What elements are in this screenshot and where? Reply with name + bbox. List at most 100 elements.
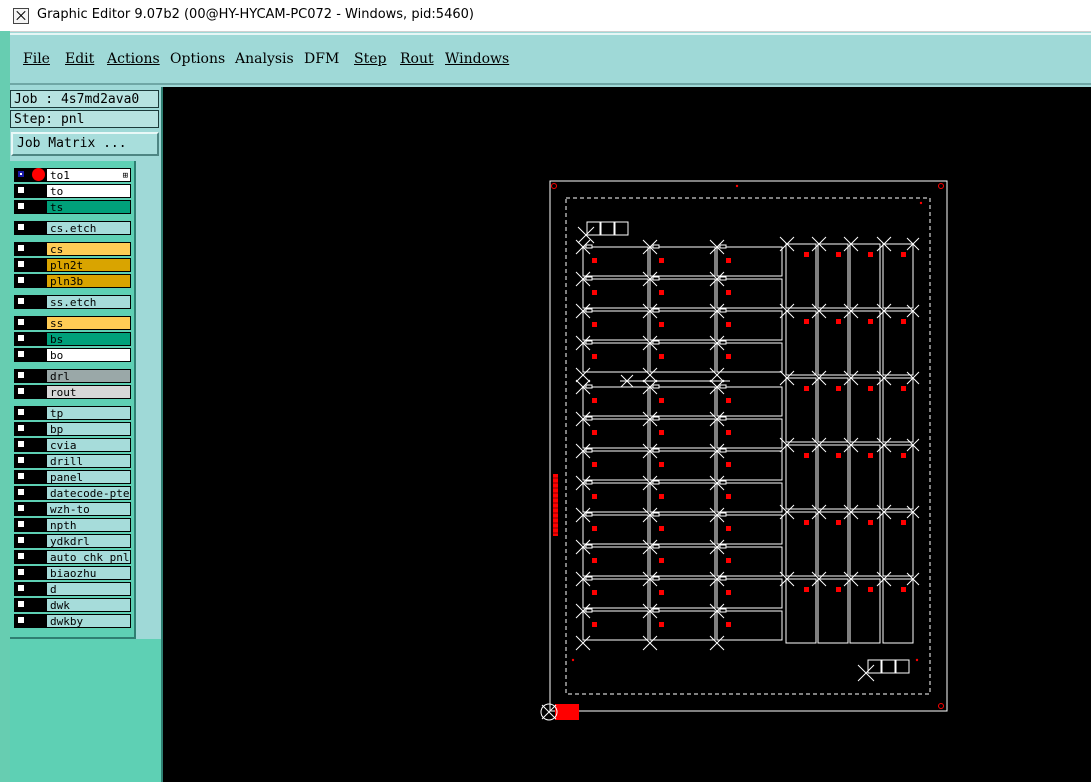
layer-name[interactable]: cs.etch: [46, 221, 131, 235]
layer-row-dwkby[interactable]: dwkby: [14, 614, 131, 628]
layer-row-panel[interactable]: panel: [14, 470, 131, 484]
layer-name[interactable]: pln2t: [46, 258, 131, 272]
layer-row-drl[interactable]: drl: [14, 369, 131, 383]
layer-name[interactable]: ts: [46, 200, 131, 214]
layer-checkbox[interactable]: [17, 276, 25, 284]
layer-row-npth[interactable]: npth: [14, 518, 131, 532]
layer-row-pln2t[interactable]: pln2t: [14, 258, 131, 272]
layer-name[interactable]: bo: [46, 348, 131, 362]
layer-name[interactable]: drill: [46, 454, 131, 468]
layer-name[interactable]: panel: [46, 470, 131, 484]
layer-checkbox[interactable]: [17, 318, 25, 326]
layer-row-dwk[interactable]: dwk: [14, 598, 131, 612]
layer-row-ts[interactable]: ts: [14, 200, 131, 214]
layer-name[interactable]: bs: [46, 332, 131, 346]
layer-name[interactable]: auto_chk_pnl: [46, 550, 131, 564]
layer-name[interactable]: biaozhu: [46, 566, 131, 580]
layer-checkbox[interactable]: [17, 440, 25, 448]
menu-file[interactable]: File: [23, 51, 50, 67]
layer-name[interactable]: npth: [46, 518, 131, 532]
layer-name[interactable]: dwkby: [46, 614, 131, 628]
layer-checkbox[interactable]: [17, 584, 25, 592]
layer-row-bo[interactable]: bo: [14, 348, 131, 362]
layer-row-pln3b[interactable]: pln3b: [14, 274, 131, 288]
layer-row-rout[interactable]: rout: [14, 385, 131, 399]
layer-row-tp[interactable]: tp: [14, 406, 131, 420]
layer-checkbox[interactable]: [17, 456, 25, 464]
layer-row-d[interactable]: d: [14, 582, 131, 596]
layer-name[interactable]: ss: [46, 316, 131, 330]
menu-options[interactable]: Options: [170, 51, 225, 67]
layer-checkbox[interactable]: [17, 260, 25, 268]
layer-checkbox[interactable]: [17, 424, 25, 432]
layer-checkbox[interactable]: [17, 408, 25, 416]
layer-row-auto-chk-pnl[interactable]: auto_chk_pnl: [14, 550, 131, 564]
layer-row-biaozhu[interactable]: biaozhu: [14, 566, 131, 580]
menu-rout[interactable]: Rout: [400, 51, 434, 67]
layer-checkbox[interactable]: [17, 223, 25, 231]
layer-row-ss[interactable]: ss: [14, 316, 131, 330]
menu-edit[interactable]: Edit: [65, 51, 94, 67]
menu-step[interactable]: Step: [354, 51, 386, 67]
layer-name[interactable]: cvia: [46, 438, 131, 452]
unit-notch: [719, 544, 727, 549]
layer-name[interactable]: rout: [46, 385, 131, 399]
layer-name[interactable]: d: [46, 582, 131, 596]
layer-checkbox[interactable]: [17, 202, 25, 210]
layer-name[interactable]: drl: [46, 369, 131, 383]
layer-name[interactable]: pln3b: [46, 274, 131, 288]
layer-row-wzh-to[interactable]: wzh-to: [14, 502, 131, 516]
unit-notch: [585, 276, 593, 281]
layer-checkbox[interactable]: [17, 186, 25, 194]
layer-checkbox[interactable]: [17, 504, 25, 512]
pad-marker: [726, 354, 731, 359]
layer-row-cs-etch[interactable]: cs.etch: [14, 221, 131, 235]
layer-checkbox[interactable]: [17, 568, 25, 576]
layer-name[interactable]: ss.etch: [46, 295, 131, 309]
layer-checkbox[interactable]: [17, 350, 25, 358]
layer-checkbox[interactable]: [17, 244, 25, 252]
layer-name[interactable]: to1 ⊞: [46, 168, 131, 182]
layer-row-ss-etch[interactable]: ss.etch: [14, 295, 131, 309]
layer-row-datecode-pte[interactable]: datecode-pte: [14, 486, 131, 500]
layer-row-drill[interactable]: drill: [14, 454, 131, 468]
pad-marker: [592, 354, 597, 359]
layer-checkbox[interactable]: [17, 334, 25, 342]
job-matrix-button[interactable]: Job Matrix ...: [11, 132, 159, 156]
layer-checkbox[interactable]: [17, 616, 25, 624]
layer-row-to[interactable]: to: [14, 184, 131, 198]
layer-checkbox[interactable]: [17, 170, 25, 178]
menu-analysis[interactable]: Analysis: [235, 51, 294, 67]
layer-name[interactable]: ydkdrl: [46, 534, 131, 548]
menu-dfm[interactable]: DFM: [304, 51, 339, 67]
layer-name[interactable]: wzh-to: [46, 502, 131, 516]
layer-checkbox[interactable]: [17, 297, 25, 305]
layer-checkbox[interactable]: [17, 488, 25, 496]
pcb-unit-outline: [882, 310, 914, 376]
layer-checkbox[interactable]: [17, 387, 25, 395]
layer-checkbox[interactable]: [17, 600, 25, 608]
layer-name[interactable]: cs: [46, 242, 131, 256]
layer-row-bp[interactable]: bp: [14, 422, 131, 436]
unit-notch: [585, 608, 593, 613]
layer-name[interactable]: to: [46, 184, 131, 198]
layer-checkbox[interactable]: [17, 520, 25, 528]
layer-row-cvia[interactable]: cvia: [14, 438, 131, 452]
layer-checkbox[interactable]: [17, 536, 25, 544]
layer-checkbox[interactable]: [17, 371, 25, 379]
layer-name[interactable]: bp: [46, 422, 131, 436]
expand-icon[interactable]: ⊞: [123, 169, 128, 181]
layer-name[interactable]: tp: [46, 406, 131, 420]
layer-row-ydkdrl[interactable]: ydkdrl: [14, 534, 131, 548]
layer-checkbox[interactable]: [17, 472, 25, 480]
layer-row-cs[interactable]: cs: [14, 242, 131, 256]
layer-row-bs[interactable]: bs: [14, 332, 131, 346]
menu-actions[interactable]: Actions: [107, 51, 160, 67]
graphic-canvas[interactable]: [163, 87, 1091, 782]
layer-row-to1[interactable]: to1 ⊞: [14, 168, 131, 182]
layer-name[interactable]: dwk: [46, 598, 131, 612]
layer-name[interactable]: datecode-pte: [46, 486, 131, 500]
layer-checkbox[interactable]: [17, 552, 25, 560]
menu-windows[interactable]: Windows: [445, 51, 509, 67]
pcb-unit-outline: [785, 444, 817, 510]
